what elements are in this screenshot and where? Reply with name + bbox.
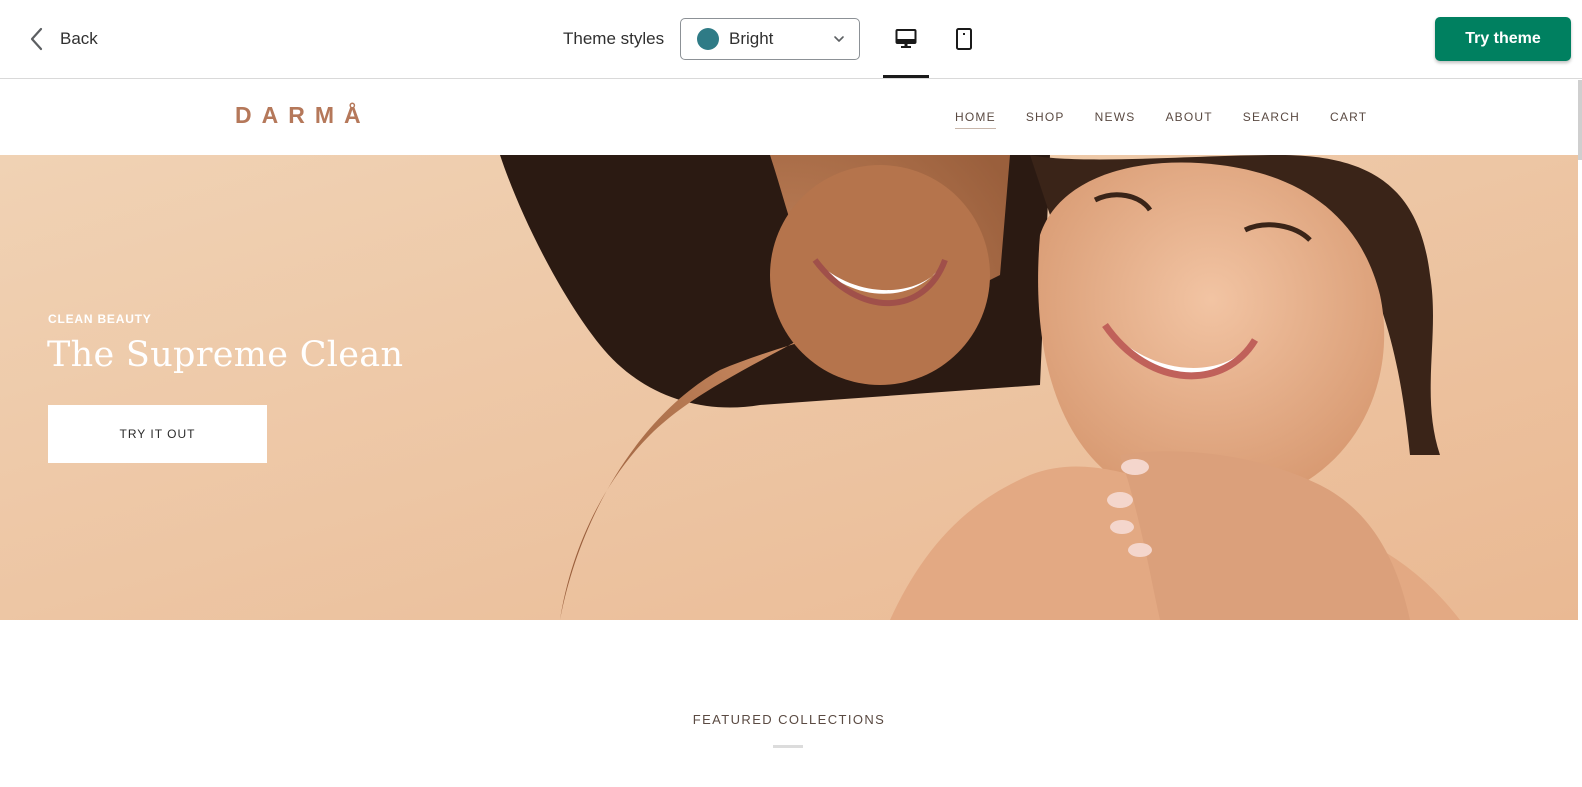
editor-toolbar: Back Theme styles Bright Try theme bbox=[0, 0, 1582, 79]
preview-scrollbar[interactable] bbox=[1578, 80, 1582, 160]
store-nav: HOME SHOP NEWS ABOUT SEARCH CART bbox=[955, 110, 1397, 129]
nav-item-search[interactable]: SEARCH bbox=[1243, 110, 1300, 128]
hero-cta-button[interactable]: TRY IT OUT bbox=[48, 405, 267, 463]
nav-item-cart[interactable]: CART bbox=[1330, 110, 1367, 128]
chevron-left-icon bbox=[30, 27, 43, 51]
section-divider bbox=[773, 745, 803, 748]
theme-color-swatch bbox=[697, 28, 719, 50]
mobile-preview-button[interactable] bbox=[941, 18, 987, 60]
store-logo[interactable]: DARMÅ bbox=[235, 102, 371, 129]
hero-image bbox=[0, 155, 1578, 620]
hero-eyebrow: CLEAN BEAUTY bbox=[48, 312, 152, 326]
theme-styles-label: Theme styles bbox=[563, 29, 665, 48]
nav-item-shop[interactable]: SHOP bbox=[1026, 110, 1065, 128]
mobile-icon bbox=[956, 28, 972, 50]
hero-banner: CLEAN BEAUTY The Supreme Clean TRY IT OU… bbox=[0, 155, 1578, 620]
nav-item-news[interactable]: NEWS bbox=[1095, 110, 1136, 128]
active-device-indicator bbox=[883, 75, 929, 78]
back-button[interactable]: Back bbox=[28, 24, 98, 54]
back-label: Back bbox=[60, 29, 98, 48]
desktop-preview-button[interactable] bbox=[883, 18, 929, 60]
theme-style-value: Bright bbox=[729, 29, 774, 48]
chevron-down-icon bbox=[834, 36, 844, 42]
theme-preview: DARMÅ HOME SHOP NEWS ABOUT SEARCH CART C… bbox=[0, 80, 1582, 787]
try-theme-button[interactable]: Try theme bbox=[1435, 17, 1571, 61]
store-header: DARMÅ HOME SHOP NEWS ABOUT SEARCH CART bbox=[0, 80, 1578, 155]
desktop-icon bbox=[895, 29, 917, 48]
nav-item-about[interactable]: ABOUT bbox=[1165, 110, 1212, 128]
nav-item-home[interactable]: HOME bbox=[955, 110, 996, 129]
theme-style-select[interactable]: Bright bbox=[680, 18, 860, 60]
hero-title: The Supreme Clean bbox=[47, 335, 404, 375]
featured-collections-heading: FEATURED COLLECTIONS bbox=[692, 712, 886, 727]
